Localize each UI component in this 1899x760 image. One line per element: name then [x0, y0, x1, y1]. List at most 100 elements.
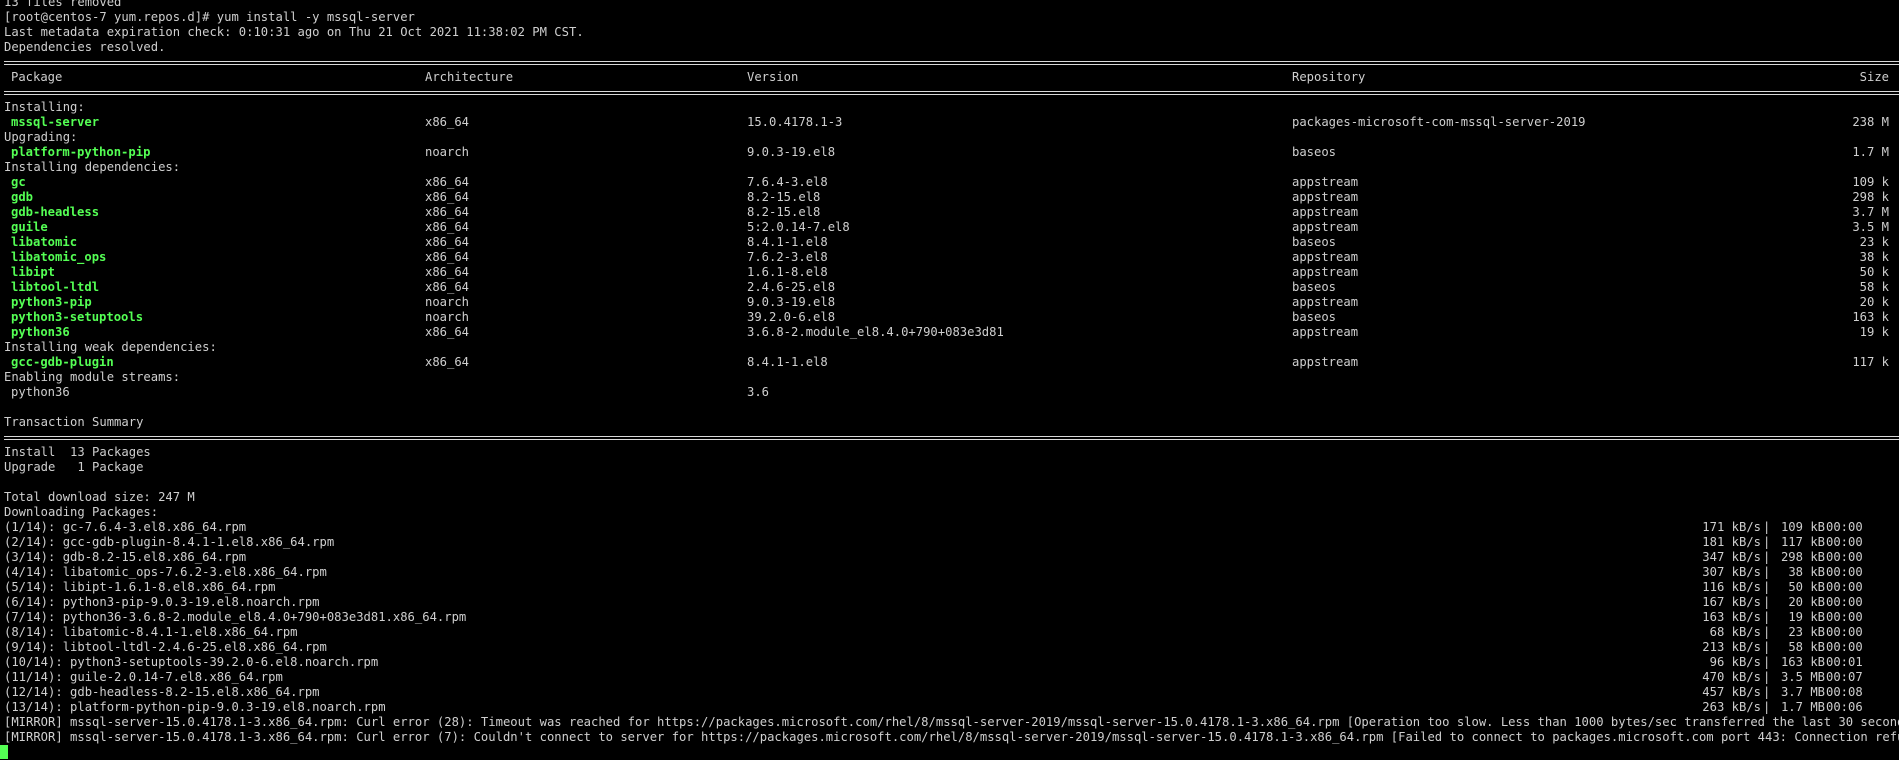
- package-row: gdb-headless x86_64 8.2-15.el8 appstream 3.7…: [0, 205, 1899, 220]
- terminal-output[interactable]: 13 files removed [root@centos-7 yum.repo…: [0, 0, 1899, 760]
- package-arch: x86_64: [425, 265, 470, 279]
- download-size: 109 kB: [1780, 520, 1825, 534]
- column-separator: |: [1763, 610, 1771, 624]
- line-text: Install 13 Packages: [4, 445, 151, 459]
- package-arch: noarch: [425, 310, 470, 324]
- download-file: (9/14): libtool-ltdl-2.4.6-25.el8.x86_64…: [4, 640, 327, 654]
- package-name: guile: [11, 220, 48, 234]
- section-title: Installing weak dependencies:: [0, 340, 1899, 355]
- download-time: 00:00: [1826, 595, 1863, 609]
- package-version: 7.6.2-3.el8: [747, 250, 828, 264]
- package-row: python3-setuptools noarch 39.2.0-6.el8 base…: [0, 310, 1899, 325]
- download-size: 163 kB: [1780, 655, 1825, 669]
- download-rate: 457 kB/s: [1702, 685, 1761, 699]
- header-size: Size: [1859, 70, 1889, 84]
- package-size: 1.7 M: [1852, 145, 1889, 159]
- line-text: Upgrade 1 Package: [4, 460, 144, 474]
- download-size: 38 kB: [1788, 565, 1825, 579]
- download-row: (12/14): gdb-headless-8.2-15.el8.x86_64.…: [0, 685, 1899, 700]
- download-rate: 68 kB/s: [1709, 625, 1761, 639]
- download-time: 00:08: [1826, 685, 1863, 699]
- package-repo: appstream: [1292, 175, 1359, 189]
- line-text: Transaction Summary: [4, 415, 144, 429]
- column-separator: |: [1763, 580, 1771, 594]
- download-row: (13/14): platform-python-pip-9.0.3-19.el…: [0, 700, 1899, 715]
- terminal-cursor[interactable]: [0, 745, 8, 759]
- package-name: libipt: [11, 265, 56, 279]
- header-package: Package: [11, 70, 63, 84]
- package-row: platform-python-pip noarch 9.0.3-19.el8 bas…: [0, 145, 1899, 160]
- command-line: [root@centos-7 yum.repos.d]# yum install…: [0, 10, 1899, 25]
- package-row: gcc-gdb-plugin x86_64 8.4.1-1.el8 appstream…: [0, 355, 1899, 370]
- package-repo: appstream: [1292, 355, 1359, 369]
- package-name: gdb: [11, 190, 34, 204]
- section-title: Upgrading:: [0, 130, 1899, 145]
- section-title-text: Installing weak dependencies:: [4, 340, 217, 354]
- package-size: 38 k: [1859, 250, 1889, 264]
- download-row: (10/14): python3-setuptools-39.2.0-6.el8…: [0, 655, 1899, 670]
- package-name: platform-python-pip: [11, 145, 151, 159]
- download-file: (3/14): gdb-8.2-15.el8.x86_64.rpm: [4, 550, 247, 564]
- header-version: Version: [747, 70, 799, 84]
- package-row: libtool-ltdl x86_64 2.4.6-25.el8 baseos 58 k: [0, 280, 1899, 295]
- package-version: 39.2.0-6.el8: [747, 310, 836, 324]
- package-size: 238 M: [1852, 115, 1889, 129]
- package-version: 3.6.8-2.module_el8.4.0+790+083e3d81: [747, 325, 1004, 339]
- output-line: Last metadata expiration check: 0:10:31 …: [0, 25, 1899, 40]
- package-repo: appstream: [1292, 190, 1359, 204]
- module-name: python36: [11, 385, 70, 399]
- total-download-line: Total download size: 247 M: [0, 490, 1899, 505]
- package-name: python3-setuptools: [11, 310, 144, 324]
- download-row: (1/14): gc-7.6.4-3.el8.x86_64.rpm 171 kB/…: [0, 520, 1899, 535]
- package-size: 58 k: [1859, 280, 1889, 294]
- download-row: (4/14): libatomic_ops-7.6.2-3.el8.x86_64…: [0, 565, 1899, 580]
- line-text: Downloading Packages:: [4, 505, 159, 519]
- download-row: (9/14): libtool-ltdl-2.4.6-25.el8.x86_64…: [0, 640, 1899, 655]
- line-text: [MIRROR] mssql-server-15.0.4178.1-3.x86_…: [4, 730, 1899, 744]
- header-repository: Repository: [1292, 70, 1366, 84]
- download-time: 00:06: [1826, 700, 1863, 714]
- package-row: libatomic_ops x86_64 7.6.2-3.el8 appstream 3…: [0, 250, 1899, 265]
- package-name: gdb-headless: [11, 205, 100, 219]
- download-file: (6/14): python3-pip-9.0.3-19.el8.noarch.…: [4, 595, 320, 609]
- package-row: libatomic x86_64 8.4.1-1.el8 baseos 23 k: [0, 235, 1899, 250]
- download-size: 117 kB: [1780, 535, 1825, 549]
- package-arch: x86_64: [425, 355, 470, 369]
- download-size: 58 kB: [1788, 640, 1825, 654]
- download-file: (13/14): platform-python-pip-9.0.3-19.el…: [4, 700, 386, 714]
- output-line: 13 files removed: [0, 0, 1899, 10]
- module-stream-row: python36 3.6: [0, 385, 1899, 400]
- download-size: 20 kB: [1788, 595, 1825, 609]
- download-rate: 96 kB/s: [1709, 655, 1761, 669]
- download-rate: 167 kB/s: [1702, 595, 1761, 609]
- package-arch: x86_64: [425, 220, 470, 234]
- package-arch: x86_64: [425, 175, 470, 189]
- package-row: gc x86_64 7.6.4-3.el8 appstream 109 k: [0, 175, 1899, 190]
- download-size: 1.7 MB: [1780, 700, 1825, 714]
- package-arch: x86_64: [425, 205, 470, 219]
- section-title-text: Installing dependencies:: [4, 160, 181, 174]
- package-arch: x86_64: [425, 280, 470, 294]
- package-repo: appstream: [1292, 250, 1359, 264]
- download-list: (1/14): gc-7.6.4-3.el8.x86_64.rpm 171 kB/…: [0, 520, 1899, 715]
- package-version: 1.6.1-8.el8: [747, 265, 828, 279]
- column-separator: |: [1763, 700, 1771, 714]
- package-size: 109 k: [1852, 175, 1889, 189]
- package-arch: x86_64: [425, 250, 470, 264]
- package-repo: appstream: [1292, 265, 1359, 279]
- download-size: 3.5 MB: [1780, 670, 1825, 684]
- package-sections: Installing: mssql-server x86_64 15.0.4178.1…: [0, 100, 1899, 370]
- download-size: 3.7 MB: [1780, 685, 1825, 699]
- downloading-title: Downloading Packages:: [0, 505, 1899, 520]
- table-header: Package Architecture Version Repository …: [0, 70, 1899, 85]
- package-arch: x86_64: [425, 190, 470, 204]
- package-arch: noarch: [425, 145, 470, 159]
- package-version: 8.2-15.el8: [747, 205, 821, 219]
- module-streams-title: Enabling module streams:: [4, 370, 181, 384]
- download-row: (6/14): python3-pip-9.0.3-19.el8.noarch.…: [0, 595, 1899, 610]
- package-size: 163 k: [1852, 310, 1889, 324]
- download-file: (2/14): gcc-gdb-plugin-8.4.1-1.el8.x86_6…: [4, 535, 335, 549]
- download-row: (5/14): libipt-1.6.1-8.el8.x86_64.rpm 116…: [0, 580, 1899, 595]
- download-row: (7/14): python36-3.6.8-2.module_el8.4.0+…: [0, 610, 1899, 625]
- package-name: gcc-gdb-plugin: [11, 355, 114, 369]
